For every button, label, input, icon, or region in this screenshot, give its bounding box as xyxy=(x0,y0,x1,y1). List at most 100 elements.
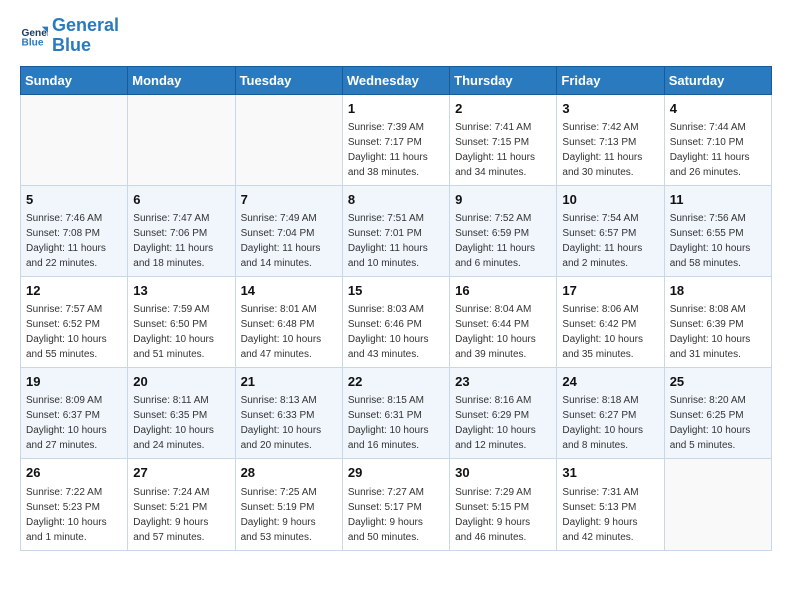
day-detail: Sunrise: 8:03 AM Sunset: 6:46 PM Dayligh… xyxy=(348,302,444,362)
calendar-cell: 15 Sunrise: 8:03 AM Sunset: 6:46 PM Dayli… xyxy=(342,276,449,367)
calendar-week-4: 19 Sunrise: 8:09 AM Sunset: 6:37 PM Dayli… xyxy=(21,368,772,459)
day-detail: Sunrise: 7:46 AM Sunset: 7:08 PM Dayligh… xyxy=(26,211,122,271)
day-number: 23 xyxy=(455,373,551,391)
day-number: 28 xyxy=(241,464,337,482)
calendar-cell: 28 Sunrise: 7:25 AM Sunset: 5:19 PM Dayli… xyxy=(235,459,342,550)
weekday-header-sunday: Sunday xyxy=(21,66,128,94)
calendar-cell xyxy=(21,94,128,185)
day-number: 3 xyxy=(562,100,658,118)
calendar-cell: 23 Sunrise: 8:16 AM Sunset: 6:29 PM Dayli… xyxy=(450,368,557,459)
day-number: 14 xyxy=(241,282,337,300)
day-number: 7 xyxy=(241,191,337,209)
day-detail: Sunrise: 7:59 AM Sunset: 6:50 PM Dayligh… xyxy=(133,302,229,362)
day-number: 20 xyxy=(133,373,229,391)
calendar-cell: 19 Sunrise: 8:09 AM Sunset: 6:37 PM Dayli… xyxy=(21,368,128,459)
day-number: 18 xyxy=(670,282,766,300)
weekday-header-row: SundayMondayTuesdayWednesdayThursdayFrid… xyxy=(21,66,772,94)
day-detail: Sunrise: 7:22 AM Sunset: 5:23 PM Dayligh… xyxy=(26,485,122,545)
day-number: 6 xyxy=(133,191,229,209)
calendar-cell: 13 Sunrise: 7:59 AM Sunset: 6:50 PM Dayli… xyxy=(128,276,235,367)
day-detail: Sunrise: 7:47 AM Sunset: 7:06 PM Dayligh… xyxy=(133,211,229,271)
calendar-cell: 24 Sunrise: 8:18 AM Sunset: 6:27 PM Dayli… xyxy=(557,368,664,459)
logo: General Blue GeneralBlue xyxy=(20,16,119,56)
calendar-week-5: 26 Sunrise: 7:22 AM Sunset: 5:23 PM Dayli… xyxy=(21,459,772,550)
calendar-cell: 14 Sunrise: 8:01 AM Sunset: 6:48 PM Dayli… xyxy=(235,276,342,367)
day-number: 19 xyxy=(26,373,122,391)
day-number: 9 xyxy=(455,191,551,209)
calendar-cell: 1 Sunrise: 7:39 AM Sunset: 7:17 PM Daylig… xyxy=(342,94,449,185)
calendar-cell: 26 Sunrise: 7:22 AM Sunset: 5:23 PM Dayli… xyxy=(21,459,128,550)
day-detail: Sunrise: 8:18 AM Sunset: 6:27 PM Dayligh… xyxy=(562,393,658,453)
day-detail: Sunrise: 8:20 AM Sunset: 6:25 PM Dayligh… xyxy=(670,393,766,453)
calendar-cell: 17 Sunrise: 8:06 AM Sunset: 6:42 PM Dayli… xyxy=(557,276,664,367)
day-number: 4 xyxy=(670,100,766,118)
weekday-header-friday: Friday xyxy=(557,66,664,94)
day-detail: Sunrise: 8:06 AM Sunset: 6:42 PM Dayligh… xyxy=(562,302,658,362)
day-detail: Sunrise: 7:44 AM Sunset: 7:10 PM Dayligh… xyxy=(670,120,766,180)
calendar-cell: 3 Sunrise: 7:42 AM Sunset: 7:13 PM Daylig… xyxy=(557,94,664,185)
day-detail: Sunrise: 8:09 AM Sunset: 6:37 PM Dayligh… xyxy=(26,393,122,453)
calendar-cell: 27 Sunrise: 7:24 AM Sunset: 5:21 PM Dayli… xyxy=(128,459,235,550)
day-detail: Sunrise: 8:13 AM Sunset: 6:33 PM Dayligh… xyxy=(241,393,337,453)
day-number: 12 xyxy=(26,282,122,300)
calendar-cell: 7 Sunrise: 7:49 AM Sunset: 7:04 PM Daylig… xyxy=(235,185,342,276)
day-number: 10 xyxy=(562,191,658,209)
day-number: 13 xyxy=(133,282,229,300)
calendar-cell: 31 Sunrise: 7:31 AM Sunset: 5:13 PM Dayli… xyxy=(557,459,664,550)
calendar-cell: 25 Sunrise: 8:20 AM Sunset: 6:25 PM Dayli… xyxy=(664,368,771,459)
day-detail: Sunrise: 7:24 AM Sunset: 5:21 PM Dayligh… xyxy=(133,485,229,545)
day-detail: Sunrise: 8:15 AM Sunset: 6:31 PM Dayligh… xyxy=(348,393,444,453)
day-number: 30 xyxy=(455,464,551,482)
day-detail: Sunrise: 8:08 AM Sunset: 6:39 PM Dayligh… xyxy=(670,302,766,362)
day-detail: Sunrise: 7:42 AM Sunset: 7:13 PM Dayligh… xyxy=(562,120,658,180)
calendar-cell: 11Sunrise: 7:56 AM Sunset: 6:55 PM Dayli… xyxy=(664,185,771,276)
calendar-table: SundayMondayTuesdayWednesdayThursdayFrid… xyxy=(20,66,772,551)
day-number: 25 xyxy=(670,373,766,391)
weekday-header-thursday: Thursday xyxy=(450,66,557,94)
day-number: 16 xyxy=(455,282,551,300)
calendar-cell: 20Sunrise: 8:11 AM Sunset: 6:35 PM Dayli… xyxy=(128,368,235,459)
weekday-header-wednesday: Wednesday xyxy=(342,66,449,94)
day-number: 22 xyxy=(348,373,444,391)
calendar-cell: 4 Sunrise: 7:44 AM Sunset: 7:10 PM Daylig… xyxy=(664,94,771,185)
day-detail: Sunrise: 7:52 AM Sunset: 6:59 PM Dayligh… xyxy=(455,211,551,271)
day-number: 24 xyxy=(562,373,658,391)
day-detail: Sunrise: 8:16 AM Sunset: 6:29 PM Dayligh… xyxy=(455,393,551,453)
day-detail: Sunrise: 7:49 AM Sunset: 7:04 PM Dayligh… xyxy=(241,211,337,271)
calendar-cell: 30 Sunrise: 7:29 AM Sunset: 5:15 PM Dayli… xyxy=(450,459,557,550)
calendar-cell: 8Sunrise: 7:51 AM Sunset: 7:01 PM Daylig… xyxy=(342,185,449,276)
day-detail: Sunrise: 7:54 AM Sunset: 6:57 PM Dayligh… xyxy=(562,211,658,271)
day-number: 26 xyxy=(26,464,122,482)
calendar-week-3: 12Sunrise: 7:57 AM Sunset: 6:52 PM Dayli… xyxy=(21,276,772,367)
day-number: 27 xyxy=(133,464,229,482)
calendar-cell: 9 Sunrise: 7:52 AM Sunset: 6:59 PM Daylig… xyxy=(450,185,557,276)
day-detail: Sunrise: 7:51 AM Sunset: 7:01 PM Dayligh… xyxy=(348,211,444,271)
day-number: 31 xyxy=(562,464,658,482)
day-detail: Sunrise: 7:39 AM Sunset: 7:17 PM Dayligh… xyxy=(348,120,444,180)
calendar-cell xyxy=(664,459,771,550)
calendar-cell: 22 Sunrise: 8:15 AM Sunset: 6:31 PM Dayli… xyxy=(342,368,449,459)
calendar-cell: 2Sunrise: 7:41 AM Sunset: 7:15 PM Daylig… xyxy=(450,94,557,185)
day-detail: Sunrise: 7:56 AM Sunset: 6:55 PM Dayligh… xyxy=(670,211,766,271)
logo-icon: General Blue xyxy=(20,22,48,50)
day-detail: Sunrise: 8:01 AM Sunset: 6:48 PM Dayligh… xyxy=(241,302,337,362)
day-number: 15 xyxy=(348,282,444,300)
weekday-header-monday: Monday xyxy=(128,66,235,94)
page: General Blue GeneralBlue SundayMondayTue… xyxy=(0,0,792,567)
day-detail: Sunrise: 7:31 AM Sunset: 5:13 PM Dayligh… xyxy=(562,485,658,545)
weekday-header-tuesday: Tuesday xyxy=(235,66,342,94)
calendar-cell: 10 Sunrise: 7:54 AM Sunset: 6:57 PM Dayli… xyxy=(557,185,664,276)
day-detail: Sunrise: 8:04 AM Sunset: 6:44 PM Dayligh… xyxy=(455,302,551,362)
calendar-week-2: 5Sunrise: 7:46 AM Sunset: 7:08 PM Daylig… xyxy=(21,185,772,276)
day-number: 1 xyxy=(348,100,444,118)
day-number: 17 xyxy=(562,282,658,300)
day-detail: Sunrise: 7:29 AM Sunset: 5:15 PM Dayligh… xyxy=(455,485,551,545)
svg-text:Blue: Blue xyxy=(22,37,44,48)
day-number: 21 xyxy=(241,373,337,391)
calendar-cell xyxy=(128,94,235,185)
logo-text: GeneralBlue xyxy=(52,16,119,56)
calendar-cell: 29Sunrise: 7:27 AM Sunset: 5:17 PM Dayli… xyxy=(342,459,449,550)
calendar-cell: 12Sunrise: 7:57 AM Sunset: 6:52 PM Dayli… xyxy=(21,276,128,367)
day-detail: Sunrise: 7:27 AM Sunset: 5:17 PM Dayligh… xyxy=(348,485,444,545)
day-detail: Sunrise: 7:25 AM Sunset: 5:19 PM Dayligh… xyxy=(241,485,337,545)
